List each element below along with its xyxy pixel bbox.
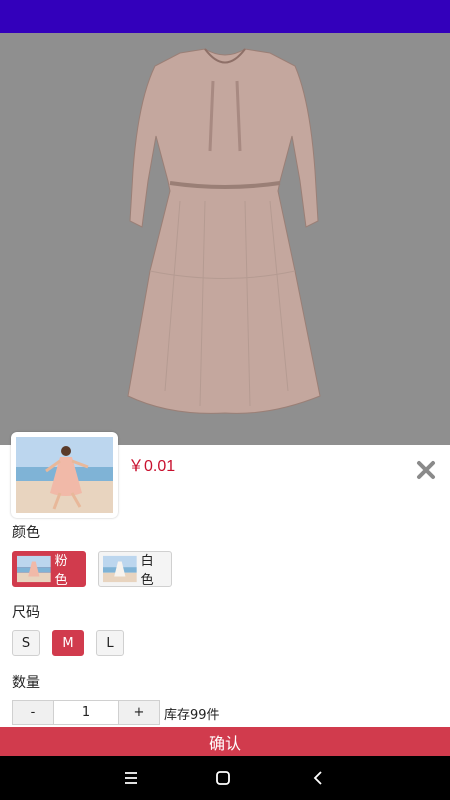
stock-count: 库存99件 [164,708,220,723]
size-option-l[interactable]: L [96,630,124,656]
status-bar [0,0,450,33]
product-price: ￥0.01 [128,458,176,475]
color-thumbnail-pink [17,555,51,583]
product-thumbnail-image [16,437,113,513]
back-icon[interactable] [308,768,328,788]
confirm-button[interactable]: 确认 [0,727,450,756]
close-icon[interactable] [414,458,438,482]
color-thumbnail-white [103,555,137,583]
size-section-label: 尺码 [12,605,40,621]
size-option-m[interactable]: M [52,630,84,656]
color-section-label: 颜色 [12,525,40,541]
menu-icon[interactable] [121,768,141,788]
size-option-s[interactable]: S [12,630,40,656]
product-thumbnail [11,432,118,518]
quantity-minus-button[interactable]: - [13,701,53,724]
color-option-white[interactable]: 白色 [98,551,172,588]
color-option-label: 白色 [140,554,154,588]
color-option-pink[interactable]: 粉色 [12,551,86,588]
home-icon[interactable] [213,768,233,788]
quantity-input[interactable]: 1 [53,701,119,724]
quantity-section-label: 数量 [12,675,40,691]
dress-image [127,48,321,414]
system-nav-bar [0,756,450,800]
color-option-label: 粉色 [54,554,68,588]
quantity-plus-button[interactable]: + [119,701,159,724]
product-image-backdrop[interactable] [0,33,450,445]
quantity-stepper: - 1 + [12,700,160,725]
